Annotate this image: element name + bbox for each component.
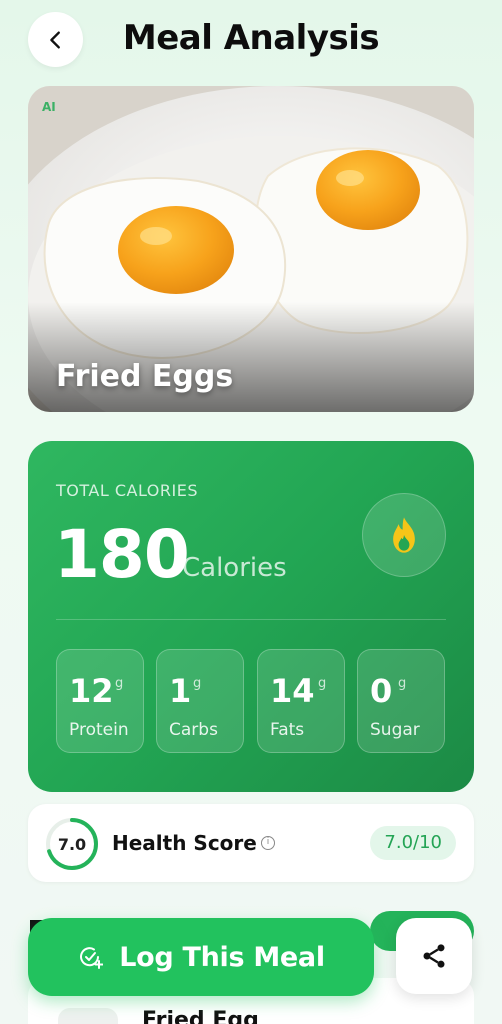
flame-badge	[362, 493, 446, 577]
health-score-pill: 7.0/10	[370, 826, 456, 860]
macro-carbs: 1 g Carbs	[156, 649, 244, 753]
macro-value: 1	[169, 672, 192, 710]
food-thumbnail	[58, 1008, 118, 1024]
macro-name: Sugar	[370, 720, 420, 740]
macro-name: Carbs	[169, 720, 218, 740]
macro-unit: g	[398, 676, 407, 691]
health-score-title: Health Score	[112, 831, 257, 855]
macro-name: Protein	[69, 720, 129, 740]
health-score-card[interactable]: 7.0 Health Score i 7.0/10	[28, 804, 474, 882]
image-shade	[28, 302, 474, 412]
share-icon	[423, 944, 445, 968]
log-meal-button[interactable]: Log This Meal	[28, 918, 374, 996]
macro-name: Fats	[270, 720, 305, 740]
meal-image-card: AI Fried Eggs	[28, 86, 474, 412]
macro-value: 0	[370, 672, 393, 710]
add-check-icon	[80, 947, 104, 969]
macro-fats: 14 g Fats	[257, 649, 345, 753]
food-item-name: Fried Egg	[142, 1008, 259, 1024]
page-title: Meal Analysis	[122, 18, 380, 58]
macro-value: 14	[270, 672, 315, 710]
divider	[56, 619, 446, 620]
macro-unit: g	[193, 676, 202, 691]
calories-card: TOTAL CALORIES 180 Calories 12 g Protein…	[28, 441, 474, 792]
info-icon[interactable]: i	[261, 836, 275, 850]
macro-unit: g	[318, 676, 327, 691]
calories-unit: Calories	[182, 553, 287, 583]
flame-icon	[393, 517, 415, 553]
macro-unit: g	[115, 676, 124, 691]
macro-value: 12	[69, 672, 114, 710]
meal-name: Fried Eggs	[56, 359, 234, 394]
ai-badge: AI	[42, 100, 56, 114]
macro-sugar: 0 g Sugar	[357, 649, 445, 753]
macro-protein: 12 g Protein	[56, 649, 144, 753]
total-calories-label: TOTAL CALORIES	[56, 481, 198, 500]
log-meal-label: Log This Meal	[119, 941, 325, 973]
health-score-value: 7.0	[57, 834, 87, 854]
calories-value: 180	[54, 516, 190, 593]
header: Meal Analysis	[0, 0, 502, 84]
share-button[interactable]	[396, 918, 472, 994]
